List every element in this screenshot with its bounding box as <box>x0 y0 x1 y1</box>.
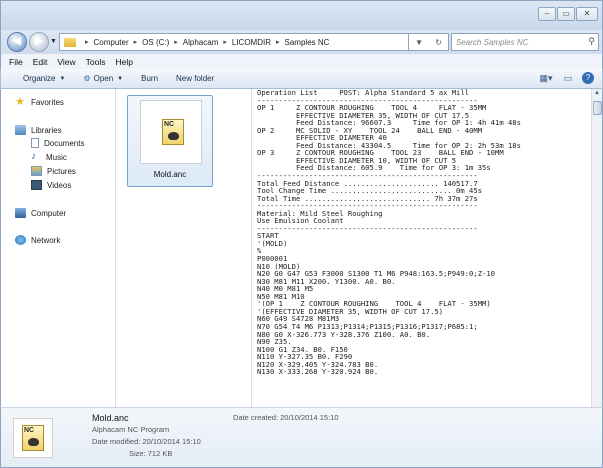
burn-label: Burn <box>141 74 159 83</box>
chevron-down-icon: ▼ <box>117 75 124 82</box>
search-placeholder: Search Samples NC <box>456 38 529 47</box>
nc-icon-label: NC <box>24 427 35 434</box>
close-button[interactable]: ✕ <box>576 7 598 21</box>
sidebar-item-label: Libraries <box>31 125 62 135</box>
details-pane: NC Mold.anc Alphacam NC Program Date mod… <box>0 407 603 468</box>
change-view-icon[interactable]: ▦▾ <box>538 72 554 85</box>
new-folder-label: New folder <box>176 74 215 83</box>
new-folder-button[interactable]: New folder <box>176 74 214 83</box>
breadcrumb-os-c[interactable]: OS (C:) <box>142 38 169 47</box>
search-icon[interactable]: ⚲ <box>588 36 595 47</box>
preview-pane[interactable]: Operation List POST: Alpha Standard 5 ax… <box>251 89 591 407</box>
menu-edit[interactable]: Edit <box>33 57 48 67</box>
folder-icon <box>64 37 76 47</box>
file-item-mold[interactable]: NC Mold.anc <box>127 95 213 187</box>
sidebar-item-favorites[interactable]: ★ Favorites <box>15 96 64 108</box>
preview-scrollbar[interactable]: ▲ <box>591 89 603 407</box>
music-icon: ♪ <box>31 151 36 162</box>
file-list: NC Mold.anc <box>117 89 251 407</box>
address-row: ◀ ▶ ▼ ▸ Computer ▸ OS (C:) ▸ Alphacam ▸ … <box>0 30 603 54</box>
back-button[interactable]: ◀ <box>7 32 27 52</box>
breadcrumb-computer[interactable]: Computer <box>94 38 129 47</box>
menu-view[interactable]: View <box>57 57 75 67</box>
chevron-down-icon: ▼ <box>59 75 66 82</box>
computer-icon <box>15 208 26 218</box>
nc-file-icon: NC <box>22 425 44 451</box>
breadcrumb-alphacam[interactable]: Alphacam <box>183 38 219 47</box>
scrollbar-thumb[interactable] <box>593 101 602 115</box>
sidebar-item-music[interactable]: ♪ Music <box>31 152 67 162</box>
sidebar-item-network[interactable]: Network <box>15 235 60 245</box>
forward-button[interactable]: ▶ <box>29 32 49 52</box>
sidebar-item-label: Documents <box>44 138 85 148</box>
burn-button[interactable]: Burn <box>141 74 158 83</box>
chevron-right-icon[interactable]: ▸ <box>223 38 227 46</box>
address-dropdown-icon[interactable]: ▼ <box>415 38 423 47</box>
open-app-icon: ⚙ <box>83 74 91 83</box>
maximize-button[interactable]: ▭ <box>557 7 575 21</box>
sidebar-item-videos[interactable]: Videos <box>31 180 71 190</box>
minimize-button[interactable]: – <box>538 7 556 21</box>
sidebar-item-label: Network <box>31 235 61 245</box>
open-label: Open <box>93 74 114 83</box>
pictures-icon <box>31 166 42 176</box>
chevron-right-icon: ▸ <box>85 39 89 46</box>
details-file-name: Mold.anc <box>92 413 129 423</box>
star-icon: ★ <box>15 96 25 108</box>
chevron-right-icon[interactable]: ▸ <box>134 38 138 46</box>
view-controls: ▦▾ ▭ ? <box>532 72 594 85</box>
network-icon <box>15 235 26 245</box>
window-controls: – ▭ ✕ <box>537 7 598 21</box>
preview-pane-icon[interactable]: ▭ <box>560 72 576 85</box>
documents-icon <box>31 138 39 148</box>
command-bar: Organize ▼ ⚙ Open ▼ Burn New folder ▦▾ ▭ ? <box>0 69 603 89</box>
breadcrumb: ▸ Computer ▸ OS (C:) ▸ Alphacam ▸ LICOMD… <box>80 38 329 47</box>
libraries-icon <box>15 125 26 135</box>
organize-label: Organize <box>23 74 56 83</box>
address-bar[interactable]: ▸ Computer ▸ OS (C:) ▸ Alphacam ▸ LICOMD… <box>59 33 409 51</box>
sidebar-item-label: Music <box>46 152 67 162</box>
menu-tools[interactable]: Tools <box>86 57 106 67</box>
sidebar-item-label: Computer <box>31 208 67 218</box>
menu-bar: File Edit View Tools Help <box>0 54 603 69</box>
file-thumbnail: NC <box>140 100 202 164</box>
sidebar-item-computer[interactable]: Computer <box>15 208 66 218</box>
chevron-right-icon[interactable]: ▸ <box>174 38 178 46</box>
details-date-modified: Date modified: 20/10/2014 15:10 <box>92 437 201 446</box>
open-button[interactable]: ⚙ Open ▼ <box>83 74 123 83</box>
refresh-icon[interactable]: ↻ <box>435 38 442 47</box>
breadcrumb-licomdir[interactable]: LICOMDIR <box>232 38 271 47</box>
sidebar-item-libraries[interactable]: Libraries <box>15 125 62 135</box>
forward-arrow-icon: ▶ <box>34 35 44 47</box>
details-date-created: Date created: 20/10/2014 15:10 <box>233 413 339 422</box>
sidebar-item-label: Pictures <box>47 166 76 176</box>
navigation-pane: ★ Favorites Libraries Documents ♪ Music … <box>0 89 116 407</box>
search-input[interactable]: Search Samples NC ⚲ <box>451 33 599 51</box>
sidebar-item-pictures[interactable]: Pictures <box>31 166 76 176</box>
back-arrow-icon: ◀ <box>12 35 22 47</box>
videos-icon <box>31 180 42 190</box>
chevron-right-icon[interactable]: ▸ <box>276 38 280 46</box>
details-file-type: Alphacam NC Program <box>92 425 170 434</box>
details-thumbnail: NC <box>13 418 53 458</box>
help-icon[interactable]: ? <box>582 72 594 84</box>
details-size: Size: 712 KB <box>129 449 173 458</box>
scroll-up-icon[interactable]: ▲ <box>594 90 600 96</box>
sidebar-item-documents[interactable]: Documents <box>31 138 84 148</box>
organize-button[interactable]: Organize ▼ <box>23 74 65 83</box>
nc-icon-label: NC <box>164 121 175 128</box>
recent-pages-dropdown-icon[interactable]: ▼ <box>50 38 57 45</box>
sidebar-item-label: Videos <box>47 180 72 190</box>
nc-file-icon: NC <box>162 119 184 145</box>
preview-text: Operation List POST: Alpha Standard 5 ax… <box>257 89 521 377</box>
title-bar: – ▭ ✕ <box>0 0 603 30</box>
address-actions: ▼ ↻ <box>409 33 449 51</box>
menu-file[interactable]: File <box>9 57 23 67</box>
breadcrumb-samples-nc[interactable]: Samples NC <box>285 38 330 47</box>
sidebar-item-label: Favorites <box>31 97 64 107</box>
menu-help[interactable]: Help <box>115 57 132 67</box>
file-name: Mold.anc <box>153 170 187 179</box>
